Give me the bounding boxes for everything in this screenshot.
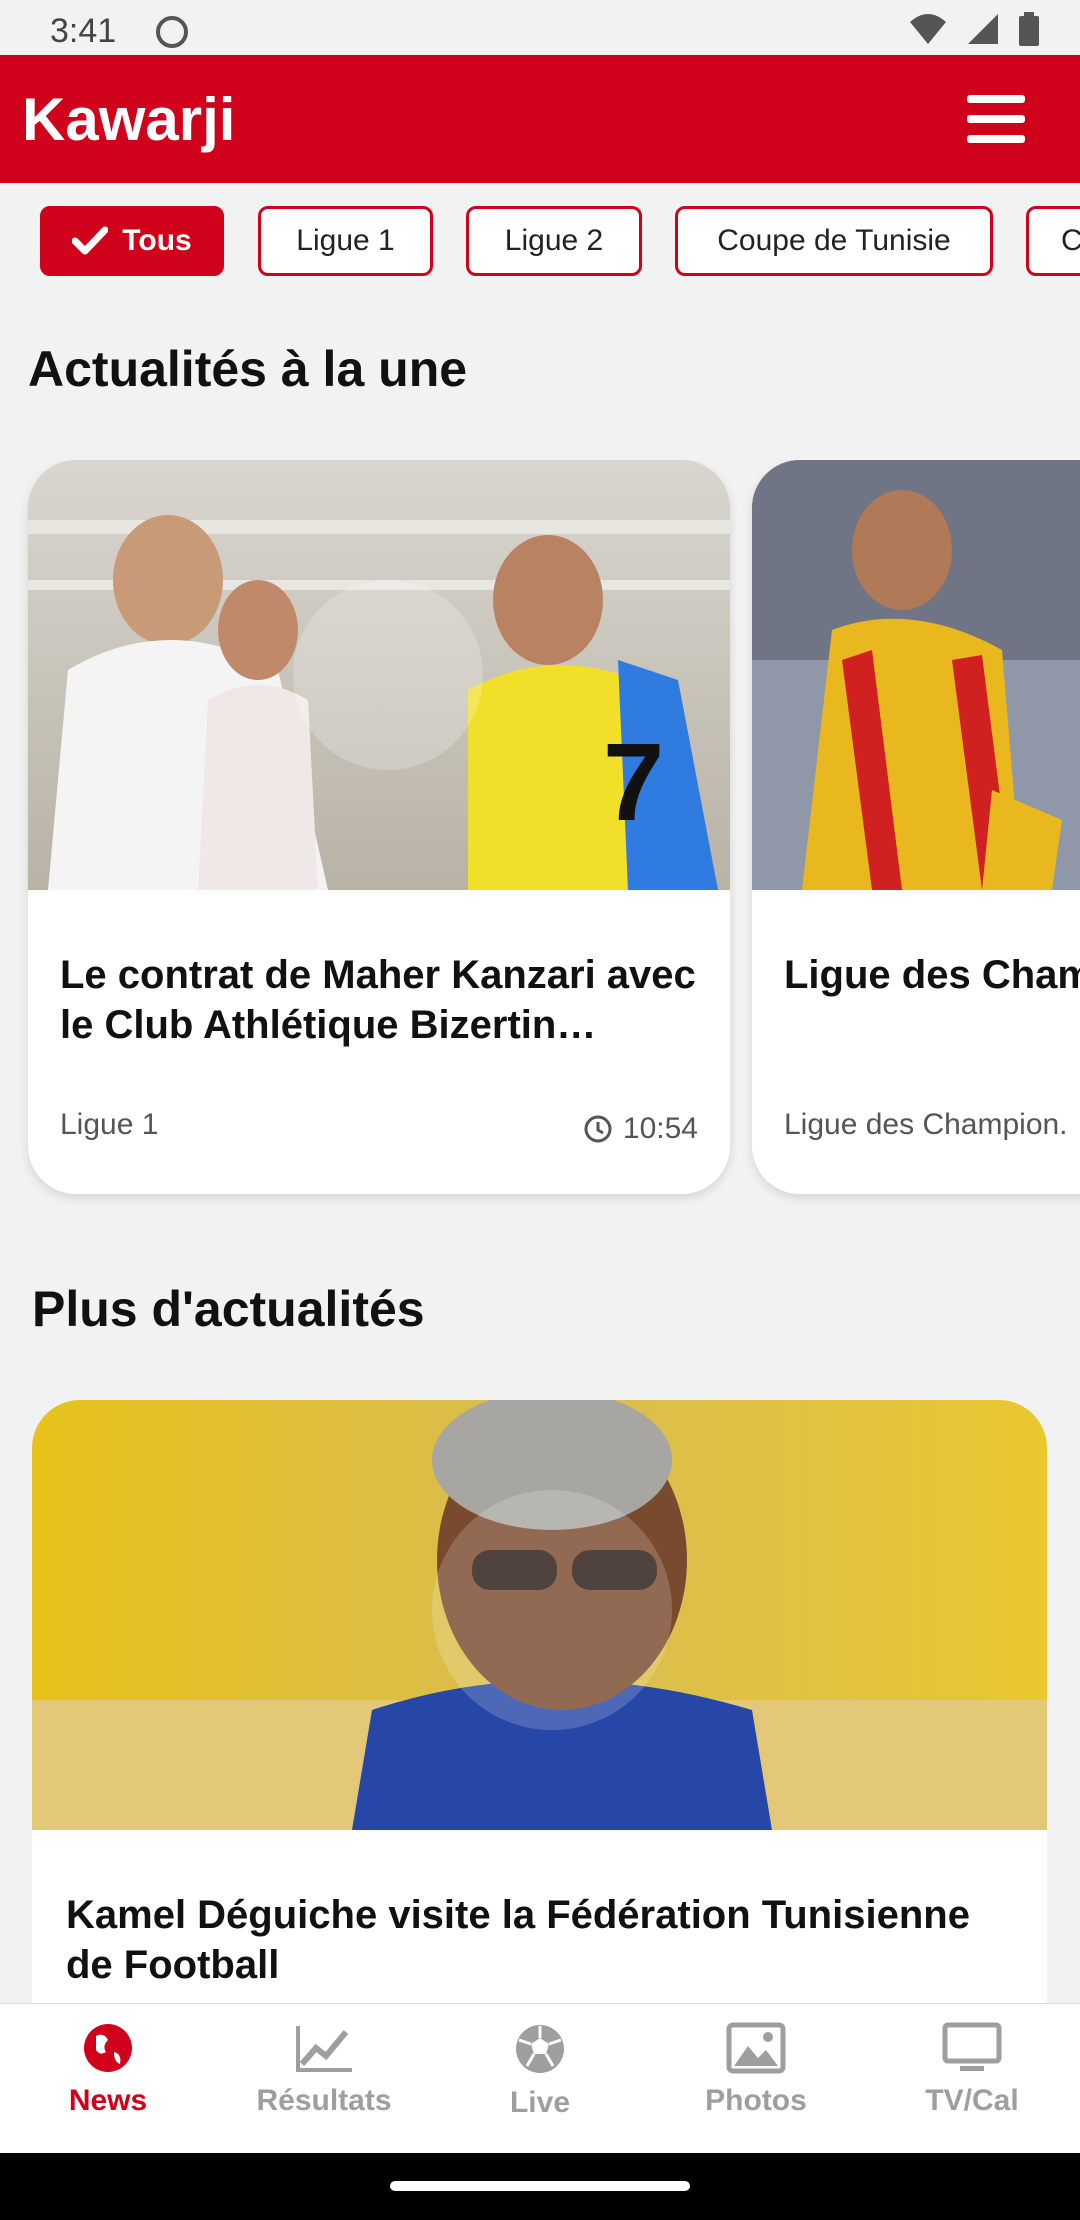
more-news-section-title: Plus d'actualités: [32, 1281, 425, 1337]
nav-tv-cal[interactable]: TV/Cal: [864, 2004, 1080, 2154]
article-image: [752, 460, 1080, 890]
gesture-bar: [0, 2153, 1080, 2220]
nav-label: Résultats: [256, 2084, 392, 2117]
chip-label: Coupe de Tunisie: [717, 224, 951, 257]
chip-label: Ligue 2: [504, 224, 604, 257]
nav-photos[interactable]: Photos: [648, 2004, 864, 2154]
chart-icon: [296, 2026, 352, 2072]
article-title: Le contrat de Maher Kanzari avec le Club…: [60, 953, 696, 1047]
clock-icon: [584, 1115, 612, 1143]
nav-resultats[interactable]: Résultats: [216, 2004, 432, 2154]
news-card[interactable]: Kamel Déguiche visite la Fédération Tuni…: [32, 1400, 1047, 2020]
soccer-ball-icon: [516, 2025, 564, 2073]
nav-label: News: [68, 2084, 148, 2117]
notification-icon: [156, 16, 188, 48]
home-gesture-handle[interactable]: [390, 2181, 690, 2191]
article-category: Ligue des Champion.: [784, 1108, 1068, 1141]
article-category: Ligue 1: [60, 1108, 159, 1141]
nav-label: Live: [509, 2086, 571, 2119]
check-icon: [72, 226, 109, 255]
chip-coupe-de-tunisie[interactable]: Coupe de Tunisie: [675, 206, 993, 276]
hamburger-menu-icon[interactable]: [967, 95, 1025, 143]
chip-tous[interactable]: Tous: [40, 206, 224, 276]
nav-label: TV/Cal: [925, 2084, 1019, 2117]
chip-label: Ligue 1: [296, 224, 395, 257]
chip-label: C: [1061, 224, 1080, 257]
image-icon: [726, 2022, 786, 2074]
signal-icon: [968, 14, 998, 44]
app-bar: Kawarji: [0, 55, 1080, 183]
featured-card[interactable]: 7 Le contrat de Maher Kanzari avec le Cl…: [28, 460, 730, 1194]
article-time: 10:54: [583, 1112, 698, 1146]
article-time-text: 10:54: [622, 1112, 698, 1145]
globe-icon: [84, 2024, 132, 2072]
nav-label: Photos: [705, 2084, 807, 2117]
article-image: 7: [28, 460, 730, 890]
filter-chips: Tous Ligue 1 Ligue 2 Coupe de Tunisie C: [0, 183, 1080, 293]
nav-news[interactable]: News: [0, 2004, 216, 2154]
featured-section-title: Actualités à la une: [28, 341, 468, 397]
article-title: Ligue des Cham Programme des: [784, 953, 1080, 997]
wifi-icon: [910, 14, 946, 44]
app-title: Kawarji: [22, 86, 236, 153]
article-image: [32, 1400, 1047, 1830]
chip-label: Tous: [122, 224, 192, 257]
chip-ligue-2[interactable]: Ligue 2: [466, 206, 642, 276]
status-time: 3:41: [50, 12, 117, 50]
monitor-icon: [942, 2022, 1002, 2071]
svg-text:7: 7: [603, 721, 664, 844]
nav-live[interactable]: Live: [432, 2004, 648, 2154]
featured-card[interactable]: Ligue des Cham Programme des Ligue des C…: [752, 460, 1080, 1194]
chip-ligue-1[interactable]: Ligue 1: [258, 206, 433, 276]
battery-icon: [1019, 12, 1039, 46]
status-bar: 3:41: [0, 0, 1080, 55]
chip-next[interactable]: C: [1026, 206, 1080, 276]
article-title: Kamel Déguiche visite la Fédération Tuni…: [66, 1893, 970, 1987]
featured-carousel[interactable]: 7 Le contrat de Maher Kanzari avec le Cl…: [0, 460, 1080, 1210]
bottom-navigation: News Résultats Live Photos TV/Cal: [0, 2003, 1080, 2153]
